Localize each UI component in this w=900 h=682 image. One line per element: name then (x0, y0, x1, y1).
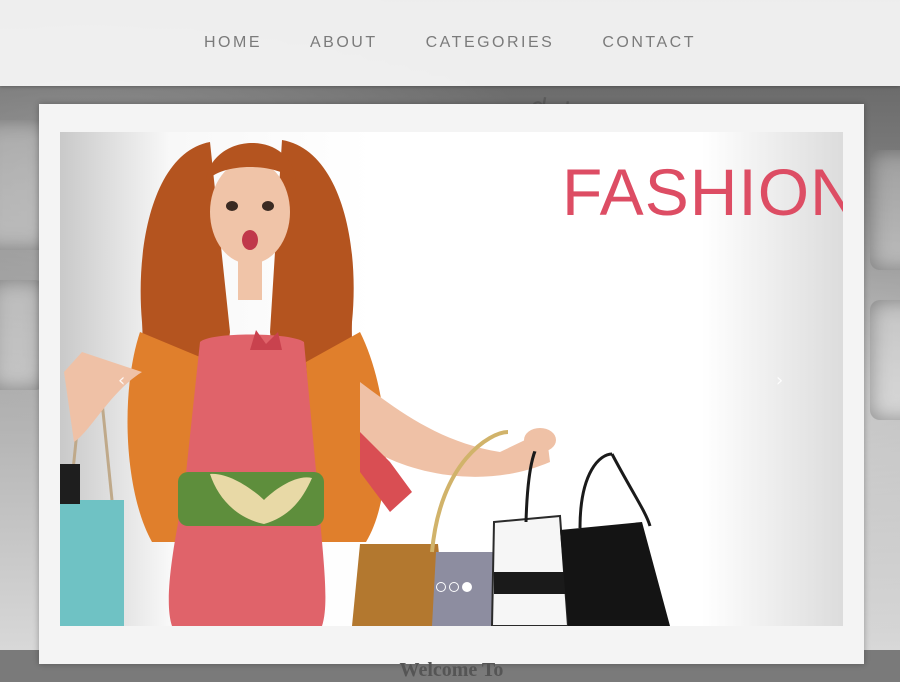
mouth (242, 230, 258, 250)
teal-shopping-bag (60, 500, 124, 626)
left-eye (226, 201, 238, 211)
carousel-indicator-2[interactable] (449, 582, 459, 592)
nav-menu: HOME ABOUT CATEGORIES CONTACT (0, 0, 900, 86)
content-frame: FASHION ‹ › Welcome To (39, 104, 864, 681)
carousel-next-icon[interactable]: › (776, 370, 783, 391)
white-shopping-bag (490, 514, 570, 626)
neck (238, 260, 262, 300)
image-carousel[interactable]: FASHION ‹ › (60, 132, 843, 626)
welcome-heading: Welcome To (399, 658, 504, 681)
nav-item-categories[interactable]: CATEGORIES (426, 34, 555, 52)
nav-item-home[interactable]: HOME (204, 34, 262, 52)
nav-item-contact[interactable]: CONTACT (602, 34, 696, 52)
carousel-indicator-3-active[interactable] (462, 582, 472, 592)
background-key-shape (870, 300, 900, 420)
slide-title-fashion: FASHION (562, 155, 843, 229)
carousel-prev-icon[interactable]: ‹ (118, 370, 125, 391)
gold-shopping-bag (352, 544, 446, 626)
right-eye (262, 201, 274, 211)
right-hand (524, 428, 556, 452)
top-navbar: HOME ABOUT CATEGORIES CONTACT (0, 0, 900, 86)
black-shopping-bag (560, 522, 670, 626)
carousel-indicator-1[interactable] (436, 582, 446, 592)
carousel-indicators (436, 582, 472, 592)
black-bag-corner (60, 464, 80, 504)
nav-item-about[interactable]: ABOUT (310, 34, 378, 52)
background-key-shape (870, 150, 900, 270)
